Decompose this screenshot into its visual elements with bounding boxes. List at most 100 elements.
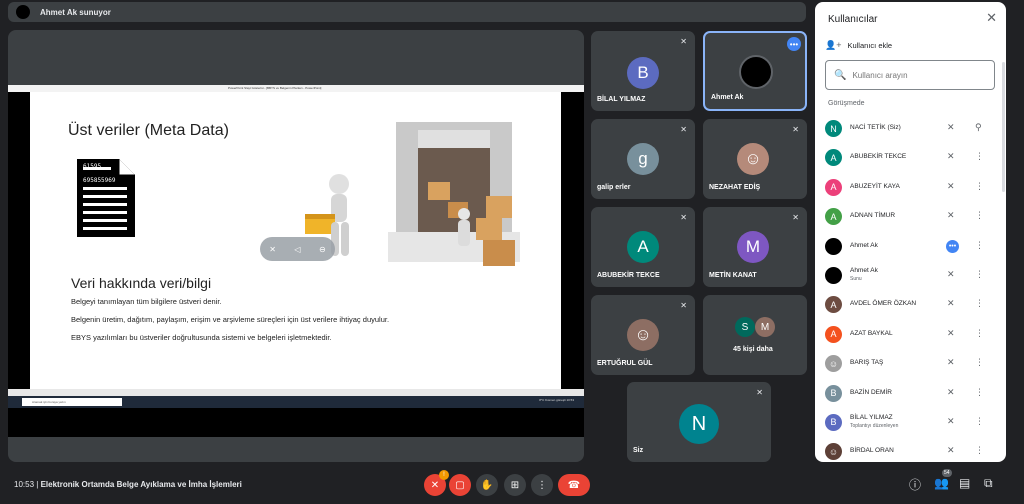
avatar: B [825, 384, 842, 402]
people-list: N NACİ TETİK (Siz) ✕ ⚲ A ABUBEKİR TEKCE … [815, 114, 1006, 462]
mic-off-icon[interactable]: ✕ [269, 245, 276, 254]
camera-off-icon: ▢ [455, 479, 465, 491]
stop-share-icon[interactable]: ⊖ [319, 245, 326, 254]
list-item[interactable]: A ADNAN TİMUR ✕ ⋮ [815, 202, 1006, 231]
people-icon[interactable]: 👥 [934, 476, 949, 490]
mic-off-icon[interactable]: ✕ [947, 328, 955, 339]
add-person-icon: 👤+ [825, 40, 842, 50]
tile-self[interactable]: ✕ N Siz [627, 382, 771, 462]
participant-role: Sunu [850, 275, 862, 282]
tile-more-people[interactable]: S M 45 kişi daha [703, 295, 807, 375]
taskbar-search: Aramak için buraya yazın [22, 398, 122, 406]
participant-name: BAZİN DEMİR [850, 388, 892, 396]
close-icon[interactable]: ✕ [986, 10, 997, 26]
mic-off-icon[interactable]: ✕ [947, 210, 955, 221]
mic-off-icon[interactable]: ✕ [947, 122, 955, 133]
taskbar-search-text: Aramak için buraya yazın [32, 400, 66, 404]
mic-toggle-button[interactable]: ✕ ! [424, 470, 449, 496]
list-item[interactable]: N NACİ TETİK (Siz) ✕ ⚲ [815, 114, 1006, 143]
mic-off-icon[interactable]: ✕ [947, 181, 955, 192]
tile-ahmet-ak[interactable]: ••• Ahmet Ak [703, 31, 807, 111]
avatar [739, 55, 773, 89]
slideshow-mini-controls[interactable]: ✕ ◁ ⊖ [260, 237, 335, 261]
participant-name: BARIŞ TAŞ [850, 359, 884, 367]
avatar: A [825, 149, 842, 167]
more-vert-icon[interactable]: ⋮ [975, 151, 984, 162]
add-people-button[interactable]: 👤+ Kullanıcı ekle [825, 40, 892, 51]
mic-off-icon[interactable]: ✕ [947, 387, 955, 398]
presenter-bar: Ahmet Ak sunuyor [8, 2, 806, 22]
list-item[interactable]: B BAZİN DEMİR ✕ ⋮ [815, 379, 1006, 408]
more-vert-icon[interactable]: ⋮ [975, 357, 984, 368]
presenter-avatar [16, 5, 30, 19]
meeting-info: 10:53 | Elektronik Ortamda Belge Ayıklam… [14, 480, 242, 489]
avatar: N [825, 120, 842, 137]
present-button[interactable]: ⊞ [504, 474, 526, 496]
participant-name: AZAT BAYKAL [850, 329, 893, 337]
list-item[interactable]: B BİLAL YILMAZ Toplantıyı düzenleyen ✕ ⋮ [815, 408, 1006, 437]
presentation-stage[interactable]: PowerPoint Slayt Gösterisi - [BBYS ve Be… [8, 30, 584, 462]
more-vert-icon[interactable]: ⋮ [975, 298, 984, 309]
volume-off-icon[interactable]: ◁ [294, 245, 300, 254]
tile-name: galip erler [597, 184, 631, 191]
info-icon[interactable]: ⓘ [909, 476, 921, 493]
avatar: A [825, 296, 842, 314]
leave-call-button[interactable]: ☎ [558, 474, 590, 496]
mic-off-icon[interactable]: ✕ [947, 151, 955, 162]
meeting-time: 10:53 [14, 480, 35, 489]
avatar-photo: ☺ [627, 319, 659, 351]
camera-toggle-button[interactable]: ▢ [449, 474, 471, 496]
chat-icon[interactable]: ▤ [959, 476, 970, 490]
powerpoint-titlebar: PowerPoint Slayt Gösterisi - [BBYS ve Be… [8, 85, 584, 92]
mic-off-icon[interactable]: ✕ [947, 269, 955, 280]
pin-icon[interactable]: ⚲ [975, 122, 982, 133]
mic-off-icon[interactable]: ✕ [947, 416, 955, 427]
more-vert-icon[interactable]: ⋮ [975, 181, 984, 192]
more-vert-icon[interactable]: ⋮ [975, 445, 984, 456]
list-item[interactable]: ☺ BİRDAL ORAN ✕ ⋮ [815, 437, 1006, 462]
people-search-input[interactable] [852, 70, 983, 80]
raise-hand-button[interactable]: ✋ [476, 474, 498, 496]
mic-off-icon: ✕ [792, 125, 799, 134]
tile-metin-kanat[interactable]: ✕ M METİN KANAT [703, 207, 807, 287]
list-item[interactable]: A AVDEL ÖMER ÖZKAN ✕ ⋮ [815, 290, 1006, 319]
list-item[interactable]: A ABUZEYİT KAYA ✕ ⋮ [815, 173, 1006, 202]
avatar: A [627, 231, 659, 263]
participant-role: Toplantıyı düzenleyen [850, 422, 899, 429]
tile-bilal-yilmaz[interactable]: ✕ B BİLAL YILMAZ [591, 31, 695, 111]
tile-nezahat-edis[interactable]: ✕ ☺ NEZAHAT EDİŞ [703, 119, 807, 199]
mic-off-icon[interactable]: ✕ [947, 445, 955, 456]
slide-subtitle: Veri hakkında veri/bilgi [71, 275, 212, 291]
participant-name: Ahmet Ak [850, 241, 878, 249]
list-item[interactable]: A AZAT BAYKAL ✕ ⋮ [815, 320, 1006, 349]
slide-line-1: Belgeyi tanımlayan tüm bilgilere üstveri… [71, 297, 222, 306]
more-vert-icon[interactable]: ⋮ [975, 240, 984, 251]
more-vert-icon[interactable]: ⋮ [975, 328, 984, 339]
activities-icon[interactable]: ⧉ [984, 476, 993, 491]
mic-off-icon: ✕ [680, 125, 687, 134]
more-vert-icon[interactable]: ⋮ [975, 387, 984, 398]
slide: Üst veriler (Meta Data) 61595 695855969 [30, 92, 561, 389]
more-options-icon[interactable]: ••• [787, 37, 801, 51]
list-item[interactable]: Ahmet Ak ••• ⋮ [815, 232, 1006, 261]
mic-off-icon[interactable]: ✕ [947, 298, 955, 309]
avatar: g [627, 143, 659, 175]
avatar: B [627, 57, 659, 89]
more-vert-icon[interactable]: ⋮ [975, 210, 984, 221]
tile-name: Ahmet Ak [711, 94, 744, 101]
panel-title: Kullanıcılar [828, 14, 878, 25]
list-item[interactable]: ☺ BARIŞ TAŞ ✕ ⋮ [815, 349, 1006, 378]
participant-name: ADNAN TİMUR [850, 212, 896, 220]
tile-name: Siz [633, 447, 644, 454]
list-item[interactable]: A ABUBEKİR TEKCE ✕ ⋮ [815, 143, 1006, 172]
tile-abubekir-tekce[interactable]: ✕ A ABUBEKİR TEKCE [591, 207, 695, 287]
more-vert-icon[interactable]: ⋮ [975, 416, 984, 427]
tile-galip-erler[interactable]: ✕ g galip erler [591, 119, 695, 199]
more-options-button[interactable]: ⋮ [531, 474, 553, 496]
tile-ertugrul-gul[interactable]: ✕ ☺ ERTUĞRUL GÜL [591, 295, 695, 375]
people-search[interactable]: 🔍 [825, 60, 995, 90]
mic-off-icon[interactable]: ✕ [947, 357, 955, 368]
more-vert-icon[interactable]: ⋮ [975, 269, 984, 280]
list-item[interactable]: Ahmet Ak Sunu ✕ ⋮ [815, 261, 1006, 290]
more-options-icon[interactable]: ••• [946, 239, 959, 253]
